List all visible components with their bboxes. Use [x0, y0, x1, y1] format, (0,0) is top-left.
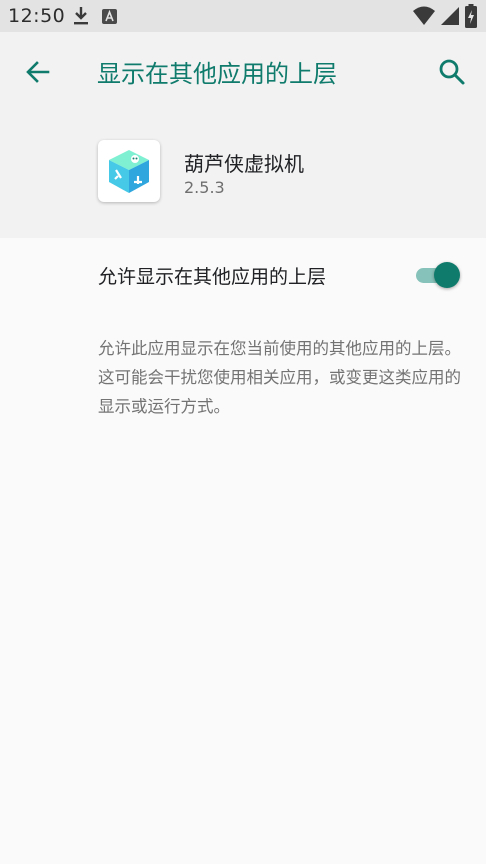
app-icon: [98, 140, 160, 202]
permission-toggle[interactable]: [414, 262, 460, 288]
permission-description: 允许此应用显示在您当前使用的其他应用的上层。这可能会干扰您使用相关应用，或变更这…: [98, 339, 461, 416]
cell-signal-icon: [441, 7, 459, 25]
app-name: 葫芦侠虚拟机: [184, 152, 304, 176]
search-button[interactable]: [432, 52, 472, 92]
permission-label: 允许显示在其他应用的上层: [98, 266, 327, 288]
status-time: 12:50: [8, 5, 66, 27]
search-icon: [439, 59, 465, 85]
back-button[interactable]: [18, 52, 58, 92]
battery-charging-icon: [465, 4, 477, 28]
page-title: 显示在其他应用的上层: [97, 60, 337, 88]
download-icon: [74, 7, 88, 25]
a-notification-icon: [102, 9, 117, 24]
app-version: 2.5.3: [184, 178, 225, 197]
wifi-icon: [413, 6, 435, 25]
app-info-header: 显示在其他应用的上层 葫芦侠虚拟机 2.5.3: [0, 32, 486, 238]
permission-row[interactable]: 允许显示在其他应用的上层: [0, 238, 486, 310]
app-cube-icon: [109, 150, 149, 193]
toggle-thumb: [434, 262, 460, 288]
status-bar: 12:50: [0, 0, 486, 32]
arrow-back-icon: [26, 61, 50, 83]
